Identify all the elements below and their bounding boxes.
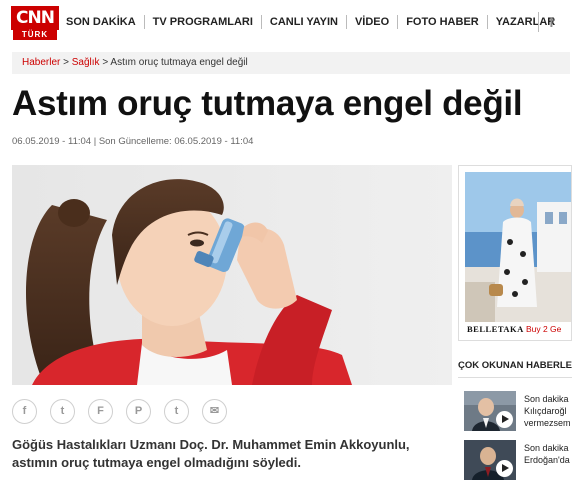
popular-news-thumbnail: [464, 440, 516, 480]
headline-line: vermezsem: [524, 418, 571, 428]
ad-brand-name: BELLETAKA: [467, 324, 524, 334]
breadcrumb-current: Astım oruç tutmaya engel değil: [110, 57, 248, 68]
popular-news-thumbnail: [464, 391, 516, 431]
article-dates: 06.05.2019 - 11:04 | Son Güncelleme: 06.…: [12, 136, 254, 147]
email-share-icon[interactable]: ✉: [202, 399, 227, 424]
breadcrumb-category-link[interactable]: Sağlık: [72, 57, 100, 68]
updated-label: Son Güncelleme:: [98, 136, 172, 147]
nav-item-son-dakika[interactable]: SON DAKİKA: [58, 15, 144, 29]
popular-news-item[interactable]: Son dakika Kılıçdaroğl vermezsem: [464, 391, 572, 431]
logo-cnn-text: CNN: [11, 6, 59, 30]
headline-line: Son dakika: [524, 394, 569, 404]
ad-fashion-photo: [465, 172, 571, 322]
breadcrumb: Haberler > Sağlık > Astım oruç tutmaya e…: [12, 52, 570, 74]
twitter-share-icon[interactable]: t: [50, 399, 75, 424]
updated-date: 06.05.2019 - 11:04: [174, 136, 254, 147]
headline-line: Erdoğan'da: [524, 455, 570, 465]
play-icon[interactable]: [496, 460, 513, 477]
facebook-share-icon[interactable]: f: [12, 399, 37, 424]
tumblr-share-icon[interactable]: t: [164, 399, 189, 424]
nav-item-video[interactable]: VİDEO: [345, 15, 397, 29]
article-summary: Göğüs Hastalıkları Uzmanı Doç. Dr. Muham…: [12, 437, 410, 470]
pinterest-share-icon[interactable]: P: [126, 399, 151, 424]
play-icon[interactable]: [496, 411, 513, 428]
nav-item-canli-yayin[interactable]: CANLI YAYIN: [260, 15, 346, 29]
popular-news-headline: Son dakika Kılıçdaroğl vermezsem: [524, 393, 572, 429]
share-bar: f t F P t ✉: [12, 399, 227, 424]
nav-item-foto-haber[interactable]: FOTO HABER: [397, 15, 487, 29]
flipboard-share-icon[interactable]: F: [88, 399, 113, 424]
page-title: Astım oruç tutmaya engel değil: [12, 84, 523, 123]
woman-using-inhaler-illustration: [12, 165, 452, 385]
cnn-turk-logo[interactable]: CNN TÜRK: [11, 6, 59, 40]
popular-news-headline: Son dakika Erdoğan'da: [524, 442, 572, 466]
popular-news-title: ÇOK OKUNAN HABERLER: [458, 360, 572, 378]
headline-line: Son dakika: [524, 443, 569, 453]
breadcrumb-home-link[interactable]: Haberler: [22, 57, 60, 68]
ad-brand: BELLETAKA Buy 2 Ge: [467, 324, 561, 334]
logo-turk-text: TÜRK: [13, 30, 57, 40]
breadcrumb-separator: >: [99, 57, 111, 68]
facebook-icon[interactable]: f: [538, 12, 558, 32]
ad-promo-text: Buy 2 Ge: [525, 324, 562, 334]
headline-line: Kılıçdaroğl: [524, 406, 567, 416]
published-date: 06.05.2019 - 11:04: [12, 136, 92, 147]
article-main-image: [12, 165, 452, 385]
main-menu: SON DAKİKA TV PROGRAMLARI CANLI YAYIN Vİ…: [58, 0, 563, 44]
top-navigation: CNN TÜRK SON DAKİKA TV PROGRAMLARI CANLI…: [0, 0, 572, 44]
advertisement[interactable]: BELLETAKA Buy 2 Ge: [458, 165, 572, 341]
breadcrumb-separator: >: [60, 57, 72, 68]
popular-news-item[interactable]: Son dakika Erdoğan'da: [464, 440, 572, 480]
nav-item-tv-programlari[interactable]: TV PROGRAMLARI: [143, 15, 261, 29]
ad-image: [465, 172, 571, 322]
